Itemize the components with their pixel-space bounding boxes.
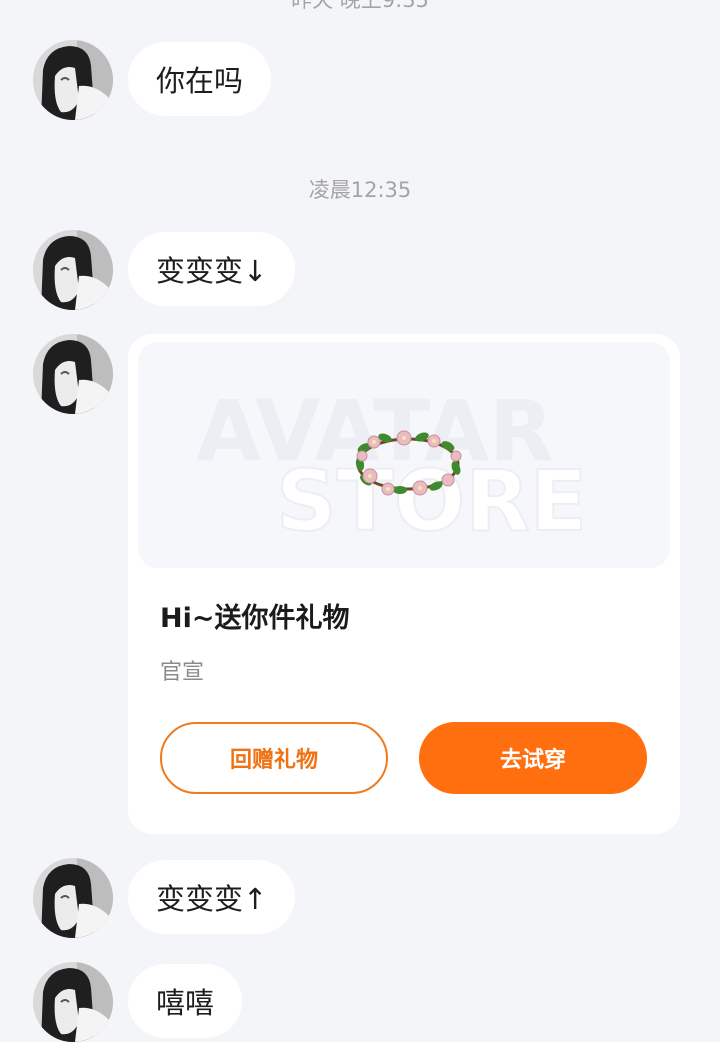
- gift-card[interactable]: AVATAR STORE Hi~送你件礼物 官宣 回赠礼物 去试穿: [128, 334, 680, 834]
- gift-card-title: Hi~送你件礼物: [160, 603, 350, 634]
- avatar[interactable]: [33, 962, 113, 1042]
- message-bubble[interactable]: 嘻嘻: [128, 964, 243, 1038]
- try-on-button[interactable]: 去试穿: [419, 722, 647, 794]
- banner-watermark-store: STORE: [276, 452, 587, 550]
- message-bubble[interactable]: 你在吗: [128, 42, 272, 116]
- timestamp-mid: 凌晨12:35: [308, 178, 412, 202]
- avatar[interactable]: [33, 230, 113, 310]
- avatar[interactable]: [33, 334, 113, 414]
- gift-banner-art: AVATAR STORE: [196, 382, 588, 551]
- return-gift-button[interactable]: 回赠礼物: [160, 722, 388, 794]
- avatar[interactable]: [33, 40, 113, 120]
- timestamp-top: 昨天 晚上9:35: [291, 0, 429, 12]
- avatar-image: [33, 962, 113, 1042]
- avatar-image: [33, 858, 113, 938]
- message-bubble[interactable]: 变变变↑: [128, 860, 296, 934]
- gift-card-subtitle: 官宣: [160, 660, 205, 685]
- avatar-image: [33, 334, 113, 414]
- avatar[interactable]: [33, 858, 113, 938]
- avatar-image: [33, 40, 113, 120]
- message-bubble[interactable]: 变变变↓: [128, 232, 296, 306]
- avatar-image: [33, 230, 113, 310]
- gift-banner[interactable]: AVATAR STORE: [138, 342, 670, 568]
